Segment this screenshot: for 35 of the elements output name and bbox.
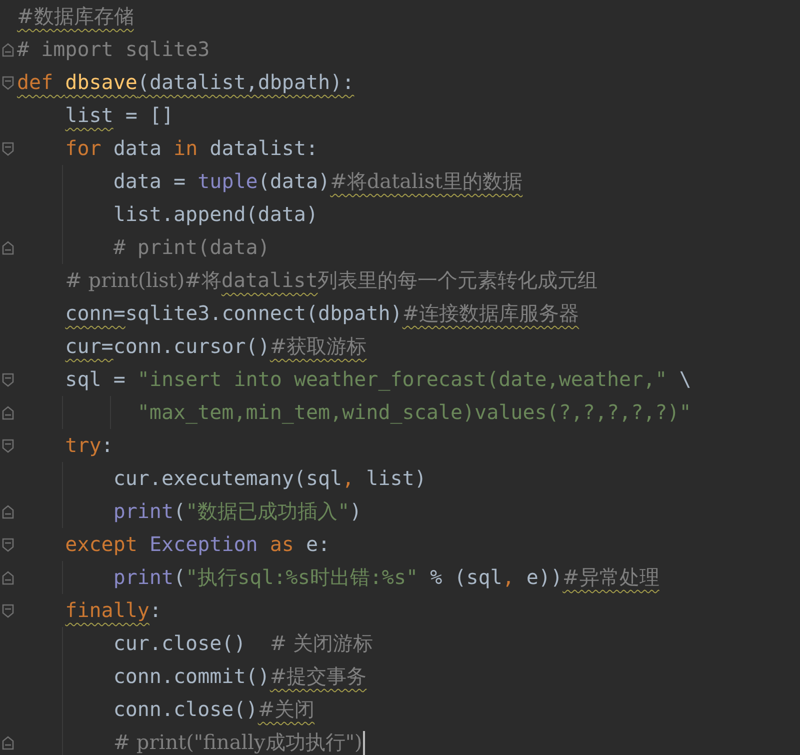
code-line: conn.close()#关闭 [113,696,315,723]
code-line: conn.commit()#提交事务 [113,663,367,690]
code-line: print("数据已成功插入") [113,498,362,525]
code-line: cur=conn.cursor()#获取游标 [65,333,367,360]
code-line: print("执行sql:%s时出错:%s" % (sql, e))#异常处理 [113,564,660,591]
code-line: # print(list)#将datalist列表里的每一个元素转化成元组 [65,267,598,294]
code-line: # print("finally成功执行") [113,729,362,755]
code-line: data = tuple(data)#将datalist里的数据 [113,168,523,195]
fold-icon[interactable] [2,438,14,452]
fold-icon[interactable] [2,538,14,552]
code-line: sql = "insert into weather_forecast(date,weather," \ [65,366,692,393]
fold-icon[interactable] [2,570,14,584]
code-line: try: [65,432,114,459]
code-line: except Exception as e: [65,531,330,558]
code-line: list.append(data) [113,201,318,228]
fold-icon[interactable] [2,142,14,156]
fold-icon[interactable] [2,42,14,56]
code-line: cur.executemany(sql, list) [113,465,426,492]
fold-icon[interactable] [2,372,14,386]
fold-icon[interactable] [2,240,14,254]
fold-icon[interactable] [2,736,14,750]
code-line: #数据库存储 [17,3,134,30]
code-line: # print(data) [113,234,270,261]
fold-icon[interactable] [2,76,14,90]
code-line: "max_tem,min_tem,wind_scale)values(?,?,?,?,?)" [137,399,692,426]
code-line: def dbsave(datalist,dbpath): [17,69,354,96]
fold-icon[interactable] [2,406,14,420]
code-line: for data in datalist: [65,135,318,162]
code-line: list = [] [65,102,174,129]
code-line: # import sqlite3 [17,36,210,63]
fold-icon[interactable] [2,604,14,618]
code-line: conn=sqlite3.connect(dbpath)#连接数据库服务器 [65,300,580,327]
code-line: cur.close() # 关闭游标 [113,630,373,657]
code-line: finally: [65,597,162,624]
fold-icon[interactable] [2,504,14,518]
